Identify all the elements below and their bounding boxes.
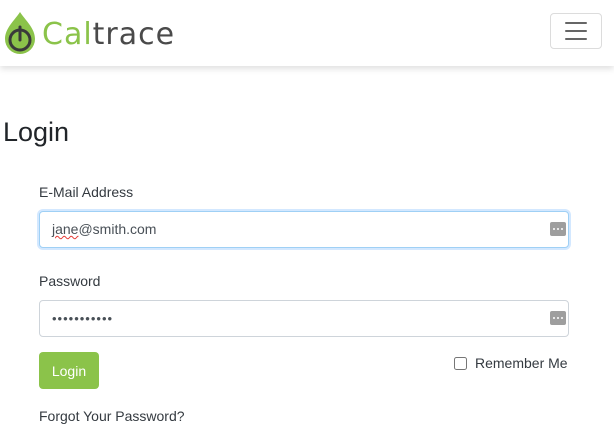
brand-name: Caltrace [42,17,176,52]
navbar: Caltrace [0,0,614,66]
password-label: Password [39,273,101,289]
remember-me-label: Remember Me [475,355,568,371]
remember-me-checkbox[interactable] [454,356,467,370]
caltrace-logo-icon [5,12,35,54]
password-field-wrapper[interactable]: ••••••••••• [39,300,569,337]
brand-logo[interactable]: Caltrace [3,10,175,56]
remember-me[interactable]: Remember Me [454,355,568,371]
login-button[interactable]: Login [39,352,99,389]
forgot-password-link[interactable]: Forgot Your Password? [39,408,185,424]
hamburger-menu-icon [565,22,587,24]
password-manager-icon[interactable] [550,222,566,236]
password-field[interactable]: ••••••••••• [52,301,113,336]
email-field[interactable]: jane@smith.com [52,212,156,247]
page-title: Login [3,117,70,147]
email-field-wrapper[interactable]: jane@smith.com [39,211,569,248]
password-manager-icon[interactable] [550,311,566,325]
email-label: E-Mail Address [39,184,134,200]
navbar-toggler-button[interactable] [550,13,602,49]
